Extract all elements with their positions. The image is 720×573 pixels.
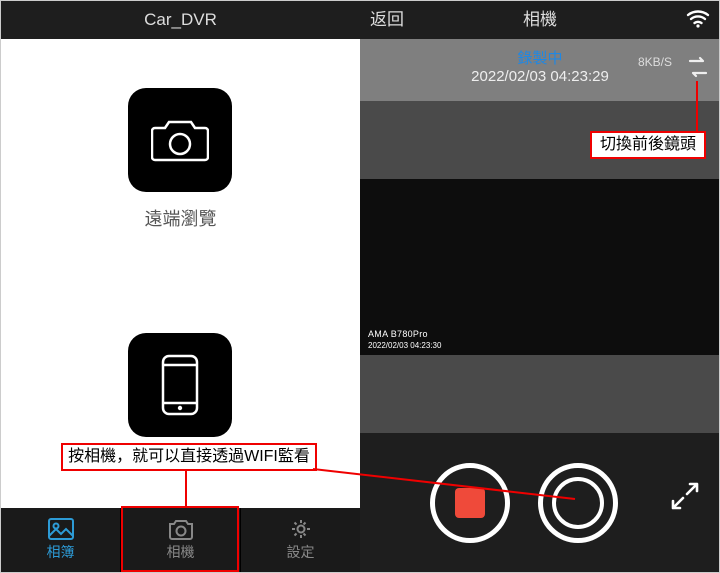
switch-camera-icon[interactable] [686,55,710,79]
live-viewport[interactable]: AMA B780Pro 2022/02/03 04:23:30 [360,179,720,355]
gear-icon [288,518,314,540]
right-screen: 返回 相機 錄製中 2022/02/03 04:23:29 8KB/S AMA … [360,1,720,572]
instruction-callout: 按相機，就可以直接透過WIFI監看 [61,443,317,471]
control-bar [360,433,720,572]
back-button[interactable]: 返回 [370,1,404,39]
left-screen: Car_DVR 遠端瀏覽 按相機，就可以直接透過WIFI監看 [1,1,360,572]
nav-settings-label: 設定 [287,542,315,562]
bitrate: 8KB/S [638,55,672,69]
nav-camera-highlight [121,506,239,572]
remote-browse-label: 遠端瀏覽 [1,205,360,231]
nav-settings[interactable]: 設定 [241,508,360,572]
watermark-model: AMA B780Pro [368,329,428,339]
gallery-icon [48,518,74,540]
watermark-time: 2022/02/03 04:23:30 [368,341,441,350]
switch-camera-line [696,81,698,131]
callout-line [185,469,187,507]
recording-info-bar: 錄製中 2022/02/03 04:23:29 8KB/S [360,39,720,101]
wifi-icon [686,7,710,29]
right-header: 返回 相機 [360,1,720,39]
record-stop-button[interactable] [430,463,510,543]
right-title: 相機 [360,1,720,39]
nav-album-label: 相簿 [47,542,75,562]
switch-camera-callout: 切換前後鏡頭 [590,131,706,159]
app-title: Car_DVR [1,1,360,39]
shutter-button[interactable] [538,463,618,543]
nav-album[interactable]: 相簿 [1,508,120,572]
record-stop-icon [455,488,485,518]
fullscreen-icon[interactable] [670,481,700,511]
remote-browse-tile[interactable] [128,88,232,192]
camera-icon [151,116,209,164]
timestamp: 2022/02/03 04:23:29 [360,68,720,85]
phone-icon [160,353,200,417]
letterbox-bottom [360,355,720,433]
phone-tile[interactable] [128,333,232,437]
